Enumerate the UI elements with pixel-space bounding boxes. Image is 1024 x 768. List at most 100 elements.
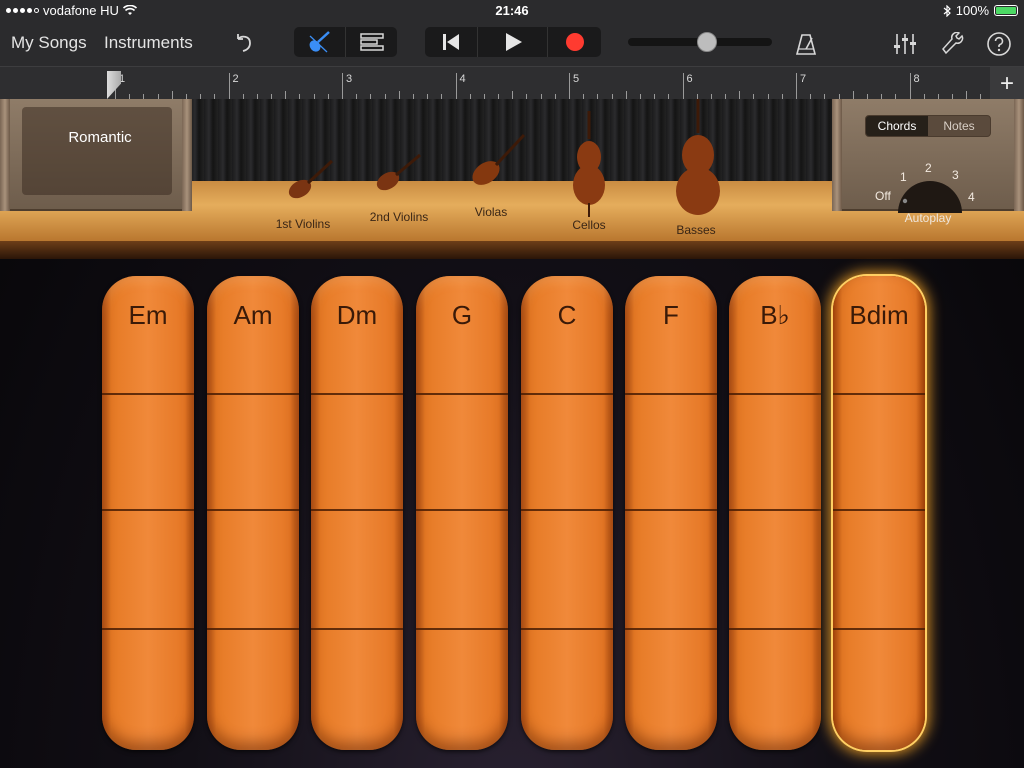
chord-strip[interactable]: F bbox=[625, 276, 717, 750]
basses-icon[interactable] bbox=[670, 99, 726, 219]
strip-divider bbox=[521, 628, 613, 630]
ruler-tick bbox=[852, 91, 854, 99]
instrument-view-button[interactable] bbox=[294, 27, 346, 57]
chord-label: F bbox=[663, 300, 679, 330]
ruler-tick bbox=[966, 91, 968, 99]
settings-button[interactable] bbox=[940, 30, 968, 58]
strip-divider bbox=[416, 628, 508, 630]
add-section-button[interactable]: + bbox=[990, 67, 1024, 100]
chord-label: Dm bbox=[336, 300, 378, 330]
volume-slider-thumb[interactable] bbox=[697, 32, 717, 52]
chord-strip[interactable]: Bdim bbox=[833, 276, 925, 750]
ruler-tick bbox=[909, 73, 911, 99]
rewind-button[interactable] bbox=[425, 27, 478, 57]
stage-edge bbox=[0, 241, 1024, 259]
chord-label: C bbox=[557, 300, 577, 330]
tracks-view-icon bbox=[359, 33, 384, 51]
my-songs-button[interactable]: My Songs bbox=[11, 33, 87, 53]
ruler-tick bbox=[455, 73, 457, 99]
cellos-icon[interactable] bbox=[568, 109, 610, 219]
strip-divider bbox=[207, 393, 299, 395]
ruler-tick bbox=[285, 91, 287, 99]
autoplay-setting-4: 4 bbox=[968, 190, 975, 204]
chord-strip[interactable]: Dm bbox=[311, 276, 403, 750]
strip-divider bbox=[625, 509, 717, 511]
chord-strip[interactable]: B♭ bbox=[729, 276, 821, 750]
mixer-button[interactable] bbox=[891, 30, 919, 58]
help-button[interactable] bbox=[985, 30, 1013, 58]
second-violins-icon[interactable] bbox=[372, 151, 424, 199]
instrument-label[interactable]: Cellos bbox=[544, 218, 634, 232]
metronome-button[interactable] bbox=[792, 30, 820, 58]
chord-strip[interactable]: G bbox=[416, 276, 508, 750]
autoplay-setting-3: 3 bbox=[952, 168, 959, 182]
autoplay-setting-2: 2 bbox=[925, 161, 932, 175]
left-wing-panel: Romantic bbox=[0, 99, 192, 211]
mixer-icon bbox=[894, 34, 916, 54]
strip-divider bbox=[416, 509, 508, 511]
record-button[interactable] bbox=[548, 27, 601, 57]
instruments-button[interactable]: Instruments bbox=[104, 33, 193, 53]
instrument-label[interactable]: 2nd Violins bbox=[354, 210, 444, 224]
timeline-ruler[interactable]: + 12345678 bbox=[0, 66, 1024, 100]
strip-divider bbox=[521, 509, 613, 511]
ruler-tick bbox=[569, 73, 570, 99]
autoplay-off-label: Off bbox=[875, 189, 891, 203]
ruler-bar-number: 2 bbox=[232, 73, 239, 85]
play-button[interactable] bbox=[478, 27, 548, 57]
ruler-tick bbox=[512, 91, 514, 99]
ruler-bar-number: 6 bbox=[686, 73, 693, 85]
instrument-preset-name[interactable]: Romantic bbox=[20, 129, 180, 146]
notes-tab[interactable]: Notes bbox=[928, 116, 990, 136]
strip-divider bbox=[729, 628, 821, 630]
ruler-bar-number: 4 bbox=[459, 73, 466, 85]
chord-strip[interactable]: Em bbox=[102, 276, 194, 750]
strip-divider bbox=[102, 393, 194, 395]
strip-divider bbox=[625, 393, 717, 395]
strip-divider bbox=[833, 628, 925, 630]
ruler-tick bbox=[398, 91, 400, 99]
strip-divider bbox=[102, 509, 194, 511]
chord-strip[interactable]: Am bbox=[207, 276, 299, 750]
metronome-icon bbox=[795, 34, 817, 55]
undo-icon bbox=[237, 34, 251, 52]
bluetooth-icon bbox=[943, 4, 951, 17]
battery-percent: 100% bbox=[955, 3, 989, 18]
chord-label: G bbox=[451, 300, 473, 330]
garageband-app: vodafone HU 21:46 100% My Songs Instrume… bbox=[0, 0, 1024, 768]
status-right: 100% bbox=[943, 3, 1018, 18]
instrument-label[interactable]: Violas bbox=[446, 205, 536, 219]
strip-divider bbox=[833, 393, 925, 395]
orchestra-stage: Romantic 1st Violins 2nd Violins Violas … bbox=[0, 99, 1024, 259]
chord-label: Bdim bbox=[849, 300, 909, 330]
chord-strip[interactable]: C bbox=[521, 276, 613, 750]
strip-divider bbox=[102, 628, 194, 630]
preset-panel bbox=[22, 107, 172, 195]
ruler-tick bbox=[796, 73, 797, 99]
autoplay-label: Autoplay bbox=[904, 211, 952, 225]
violin-icon bbox=[309, 31, 330, 53]
ruler-tick bbox=[228, 73, 230, 99]
tracks-view-button[interactable] bbox=[346, 27, 397, 57]
strip-divider bbox=[311, 393, 403, 395]
ruler-bar-number: 8 bbox=[913, 73, 920, 85]
chords-tab[interactable]: Chords bbox=[866, 116, 928, 136]
autoplay-setting-1: 1 bbox=[900, 170, 907, 184]
first-violins-icon[interactable] bbox=[284, 157, 336, 207]
violas-icon[interactable] bbox=[466, 131, 528, 193]
playhead[interactable] bbox=[107, 71, 121, 99]
chord-label: Em bbox=[128, 300, 168, 330]
instrument-label[interactable]: Basses bbox=[651, 223, 741, 237]
strip-divider bbox=[416, 393, 508, 395]
chords-notes-toggle: Chords Notes bbox=[865, 115, 991, 137]
strip-divider bbox=[311, 628, 403, 630]
chord-label: Am bbox=[233, 300, 273, 330]
strip-divider bbox=[207, 509, 299, 511]
ruler-tick bbox=[682, 73, 684, 99]
master-volume-slider[interactable] bbox=[628, 32, 772, 52]
instrument-label[interactable]: 1st Violins bbox=[258, 217, 348, 231]
view-toggle bbox=[294, 27, 397, 57]
transport-controls bbox=[425, 27, 601, 57]
ruler-bar-number: 7 bbox=[800, 73, 807, 85]
undo-button[interactable] bbox=[230, 30, 256, 56]
